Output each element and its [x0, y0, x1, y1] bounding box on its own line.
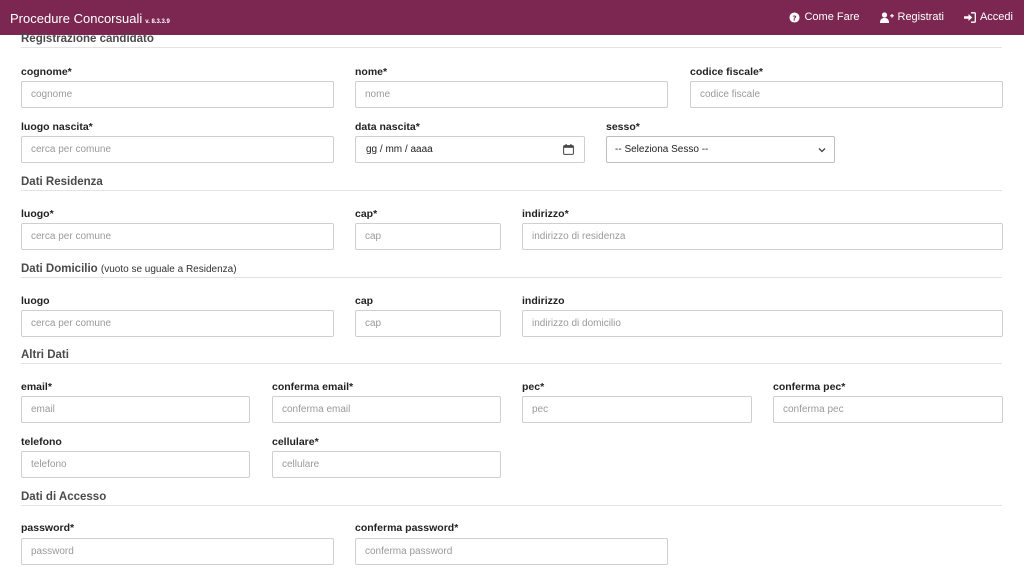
sign-in-icon	[963, 11, 976, 23]
input-cognome[interactable]	[21, 81, 334, 108]
input-conferma-pec[interactable]	[773, 396, 1003, 423]
input-indirizzo-residenza[interactable]	[522, 223, 1003, 250]
calendar-icon[interactable]	[563, 144, 574, 155]
input-codice-fiscale[interactable]	[690, 81, 1003, 108]
version-label: v. 8.3.3.9	[145, 19, 170, 25]
input-data-nascita[interactable]: gg / mm / aaaa	[355, 136, 585, 163]
label-cognome: cognome*	[21, 66, 72, 78]
label-email: email*	[21, 381, 52, 393]
chevron-down-icon	[818, 147, 826, 152]
section-divider	[21, 190, 1002, 191]
input-cellulare[interactable]	[272, 451, 501, 478]
label-indirizzo-domicilio: indirizzo	[522, 295, 565, 307]
input-cap-residenza[interactable]	[355, 223, 501, 250]
brand[interactable]: Procedure Concorsuali v. 8.3.3.9	[10, 11, 170, 26]
input-password[interactable]	[21, 538, 334, 565]
input-luogo-residenza[interactable]	[21, 223, 334, 250]
nav-registrati-label: Registrati	[897, 11, 944, 23]
svg-text:?: ?	[793, 13, 797, 22]
input-pec[interactable]	[522, 396, 752, 423]
label-data-nascita: data nascita*	[355, 121, 420, 133]
section-title-domicilio-text: Dati Domicilio	[21, 263, 98, 275]
section-divider	[21, 363, 1002, 364]
top-navbar: Procedure Concorsuali v. 8.3.3.9 ? Come F…	[0, 0, 1024, 35]
input-indirizzo-domicilio[interactable]	[522, 310, 1003, 337]
label-conferma-password: conferma password*	[355, 522, 459, 534]
select-sesso-value: -- Seleziona Sesso --	[615, 144, 709, 155]
label-password: password*	[21, 522, 75, 534]
input-conferma-password[interactable]	[355, 538, 668, 565]
label-luogo-nascita: luogo nascita*	[21, 121, 93, 133]
nav-accedi-label: Accedi	[979, 11, 1013, 23]
label-cellulare: cellulare*	[272, 436, 319, 448]
section-note-domicilio: (vuoto se uguale a Residenza)	[100, 264, 237, 275]
input-luogo-nascita[interactable]	[21, 136, 334, 163]
select-sesso[interactable]: -- Seleziona Sesso --	[606, 136, 835, 163]
label-sesso: sesso*	[606, 121, 640, 133]
navbar-links: ? Come Fare Registrati Accedi	[789, 11, 1013, 23]
label-telefono: telefono	[21, 436, 62, 448]
section-divider	[21, 47, 1002, 48]
question-circle-icon: ?	[789, 11, 801, 23]
date-value: gg / mm / aaaa	[366, 144, 433, 155]
input-conferma-email[interactable]	[272, 396, 501, 423]
input-luogo-domicilio[interactable]	[21, 310, 334, 337]
label-codice-fiscale: codice fiscale*	[690, 66, 763, 78]
section-title-altri-dati: Altri Dati	[21, 349, 69, 361]
input-cap-domicilio[interactable]	[355, 310, 501, 337]
section-divider	[21, 277, 1002, 278]
label-luogo-domicilio: luogo	[21, 295, 50, 307]
label-cap-domicilio: cap	[355, 295, 374, 307]
input-email[interactable]	[21, 396, 250, 423]
section-title-residenza: Dati Residenza	[21, 176, 103, 188]
label-pec: pec*	[522, 381, 545, 393]
label-indirizzo-residenza: indirizzo*	[522, 208, 569, 220]
label-conferma-pec: conferma pec*	[773, 381, 846, 393]
input-telefono[interactable]	[21, 451, 250, 478]
section-title-accesso: Dati di Accesso	[21, 491, 107, 503]
section-title-domicilio: Dati Domicilio (vuoto se uguale a Reside…	[21, 263, 237, 275]
brand-title: Procedure Concorsuali	[10, 11, 143, 26]
nav-come-fare-label: Come Fare	[804, 11, 860, 23]
nav-come-fare[interactable]: ? Come Fare	[789, 11, 860, 23]
user-plus-icon	[879, 11, 894, 23]
label-cap-residenza: cap*	[355, 208, 378, 220]
label-nome: nome*	[355, 66, 388, 78]
nav-accedi[interactable]: Accedi	[963, 11, 1013, 23]
section-title-registrazione: Registrazione candidato	[21, 33, 154, 45]
label-conferma-email: conferma email*	[272, 381, 354, 393]
section-divider	[21, 505, 1002, 506]
nav-registrati[interactable]: Registrati	[879, 11, 944, 23]
label-luogo-residenza: luogo*	[21, 208, 54, 220]
input-nome[interactable]	[355, 81, 668, 108]
